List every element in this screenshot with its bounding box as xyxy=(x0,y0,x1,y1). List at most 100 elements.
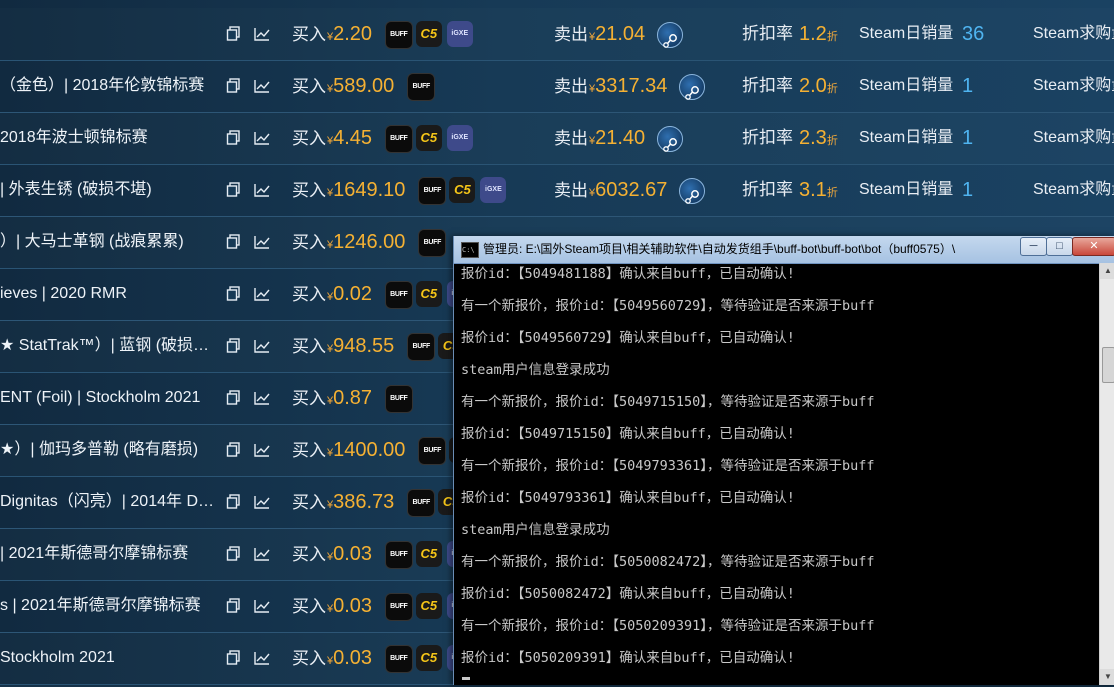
steam-icon[interactable] xyxy=(657,22,683,48)
buy-price-value: 1246.00 xyxy=(333,231,406,253)
trend-chart-icon[interactable] xyxy=(254,216,272,268)
discount-unit: 折 xyxy=(826,135,838,147)
buff-platform-icon[interactable]: BUFF xyxy=(418,177,447,205)
item-name[interactable]: 2018年波士顿锦标赛 xyxy=(0,112,215,164)
buff-platform-icon[interactable]: BUFF xyxy=(407,333,436,361)
trend-chart-icon[interactable] xyxy=(254,580,272,632)
c5-platform-icon[interactable]: C5 xyxy=(415,541,442,567)
trend-chart-icon[interactable] xyxy=(254,112,272,164)
buff-platform-icon[interactable]: BUFF xyxy=(384,541,413,569)
item-name[interactable]: ★）| 伽玛多普勒 (略有磨损) xyxy=(0,424,215,476)
copy-icon[interactable] xyxy=(226,476,244,528)
console-scrollbar[interactable]: ▲ ▼ xyxy=(1099,263,1114,685)
trend-chart-icon[interactable] xyxy=(254,528,272,580)
trend-chart-icon[interactable] xyxy=(254,372,272,424)
maximize-button[interactable]: □ xyxy=(1046,237,1073,256)
console-line: 有一个新报价，报价id：【5050209391】，等待验证是否来源于buff xyxy=(461,618,875,634)
scroll-up-icon[interactable]: ▲ xyxy=(1100,263,1114,279)
buy-label: 买入 xyxy=(292,337,326,356)
copy-icon[interactable] xyxy=(226,8,244,60)
console-output[interactable]: 报价id：【5049481188】确认来自buff，已自动确认! 有一个新报价，报… xyxy=(454,263,1099,685)
item-name[interactable]: ieves | 2020 RMR xyxy=(0,268,215,320)
copy-icon[interactable] xyxy=(226,632,244,684)
buff-platform-icon[interactable]: BUFF xyxy=(418,229,447,257)
c5-platform-icon[interactable]: C5 xyxy=(415,21,442,47)
item-name[interactable]: s | 2021年斯德哥尔摩锦标赛 xyxy=(0,580,215,632)
sell-price-value: 21.04 xyxy=(595,23,646,45)
buff-platform-icon[interactable]: BUFF xyxy=(407,489,436,517)
trend-chart-icon[interactable] xyxy=(254,424,272,476)
trend-chart-icon[interactable] xyxy=(254,60,272,112)
console-window[interactable]: C:\ 管理员: E:\国外Steam项目\相关辅助软件\自动发货组手\buff… xyxy=(453,236,1114,685)
trend-chart-icon[interactable] xyxy=(254,8,272,60)
buff-platform-icon[interactable]: BUFF xyxy=(384,281,413,309)
copy-icon[interactable] xyxy=(226,580,244,632)
buy-price-value: 4.45 xyxy=(333,127,373,149)
discount-unit: 折 xyxy=(826,83,838,95)
copy-icon[interactable] xyxy=(226,112,244,164)
console-titlebar[interactable]: C:\ 管理员: E:\国外Steam项目\相关辅助软件\自动发货组手\buff… xyxy=(454,236,1114,264)
trend-chart-icon[interactable] xyxy=(254,268,272,320)
copy-icon[interactable] xyxy=(226,424,244,476)
item-name[interactable]: ★ StatTrak™）| 蓝钢 (破损不堪) xyxy=(0,320,215,372)
sell-label: 卖出 xyxy=(554,129,588,148)
steam-daily-sales-label: Steam日销量 xyxy=(859,181,954,198)
c5-platform-icon[interactable]: C5 xyxy=(449,177,476,203)
table-row[interactable]: （金色）| 2018年伦敦锦标赛 买入¥589.00 BUFF 卖出¥3317.34 折… xyxy=(0,60,1114,113)
c5-platform-icon[interactable]: C5 xyxy=(415,125,442,151)
item-name[interactable]: Dignitas（闪亮）| 2014年 Dreamhack xyxy=(0,476,215,528)
scrollbar-thumb[interactable] xyxy=(1102,347,1114,383)
buy-price: 买入¥1649.10 xyxy=(292,164,405,216)
buy-price: 买入¥4.45 xyxy=(292,112,372,164)
buy-price: 买入¥1246.00 xyxy=(292,216,405,268)
trend-chart-icon[interactable] xyxy=(254,632,272,684)
item-name[interactable] xyxy=(0,8,215,60)
buff-platform-icon[interactable]: BUFF xyxy=(418,437,447,465)
c5-platform-icon[interactable]: C5 xyxy=(415,281,442,307)
sell-price-value: 3317.34 xyxy=(595,75,668,97)
copy-icon[interactable] xyxy=(226,60,244,112)
c5-platform-icon[interactable]: C5 xyxy=(415,593,442,619)
c5-platform-icon[interactable]: C5 xyxy=(415,645,442,671)
copy-icon[interactable] xyxy=(226,320,244,372)
buff-platform-icon[interactable]: BUFF xyxy=(407,73,436,101)
steam-icon[interactable] xyxy=(679,74,706,100)
item-name[interactable]: ENT (Foil) | Stockholm 2021 xyxy=(0,372,215,424)
buff-platform-icon[interactable]: BUFF xyxy=(384,385,413,413)
steam-icon[interactable] xyxy=(657,126,683,152)
item-name[interactable]: （金色）| 2018年伦敦锦标赛 xyxy=(0,60,215,112)
trend-chart-icon[interactable] xyxy=(254,320,272,372)
copy-icon[interactable] xyxy=(226,164,244,216)
igxe-platform-icon[interactable]: iGXE xyxy=(446,21,473,47)
sell-label: 卖出 xyxy=(554,77,588,96)
item-name[interactable]: | 外表生锈 (破损不堪) xyxy=(0,164,215,216)
item-name[interactable]: ）| 大马士革钢 (战痕累累) xyxy=(0,216,215,268)
copy-icon[interactable] xyxy=(226,372,244,424)
igxe-platform-icon[interactable]: iGXE xyxy=(480,177,507,203)
copy-icon[interactable] xyxy=(226,528,244,580)
console-title: 管理员: E:\国外Steam项目\相关辅助软件\自动发货组手\buff-bot… xyxy=(483,242,956,256)
close-button[interactable]: ✕ xyxy=(1072,237,1114,256)
table-row[interactable]: 买入¥2.20 BUFF C5 iGXE 卖出¥21.04 折扣率 1.2折 Steam日销量… xyxy=(0,8,1114,61)
table-row[interactable]: | 外表生锈 (破损不堪) 买入¥1649.10 BUFF C5 iGXE 卖出¥6032… xyxy=(0,164,1114,217)
buff-platform-icon[interactable]: BUFF xyxy=(384,125,413,153)
buy-price-value: 2.20 xyxy=(333,23,373,45)
item-name[interactable]: | 2021年斯德哥尔摩锦标赛 xyxy=(0,528,215,580)
copy-icon[interactable] xyxy=(226,268,244,320)
discount-number: 2.3 xyxy=(799,127,827,149)
buff-platform-icon[interactable]: BUFF xyxy=(384,593,413,621)
buff-platform-icon[interactable]: BUFF xyxy=(384,645,413,673)
steam-icon[interactable] xyxy=(679,178,706,204)
trend-chart-icon[interactable] xyxy=(254,164,272,216)
trend-chart-icon[interactable] xyxy=(254,476,272,528)
minimize-button[interactable]: ─ xyxy=(1020,237,1047,256)
table-row[interactable]: 2018年波士顿锦标赛 买入¥4.45 BUFF C5 iGXE 卖出¥21.40 折扣率 2… xyxy=(0,112,1114,165)
item-name[interactable]: Stockholm 2021 xyxy=(0,632,215,684)
buy-price-value: 0.02 xyxy=(333,283,373,305)
console-line: steam用户信息登录成功 xyxy=(461,362,610,378)
copy-icon[interactable] xyxy=(226,216,244,268)
igxe-platform-icon[interactable]: iGXE xyxy=(446,125,473,151)
scroll-down-icon[interactable]: ▼ xyxy=(1100,669,1114,685)
buff-platform-icon[interactable]: BUFF xyxy=(384,21,413,49)
buy-price-value: 0.87 xyxy=(333,387,373,409)
